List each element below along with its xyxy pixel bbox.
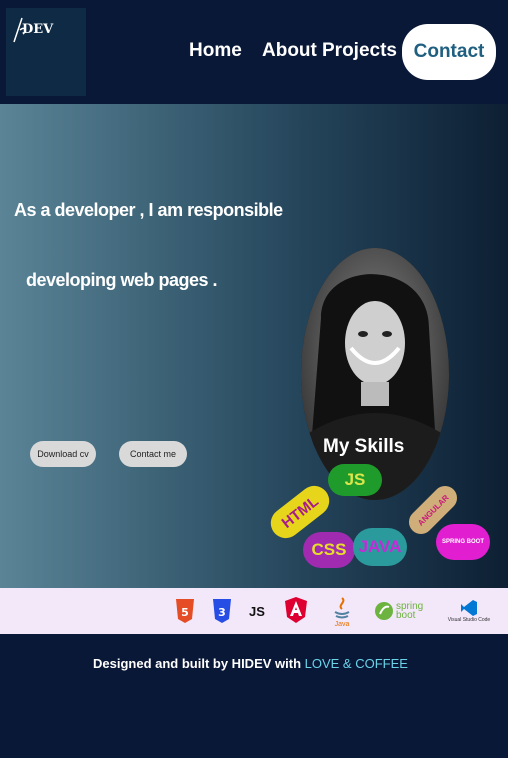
nav-about-link[interactable]: About bbox=[262, 40, 317, 62]
logo[interactable]: DEV bbox=[6, 8, 86, 96]
spring-boot-icon: spring boot bbox=[372, 596, 432, 626]
skill-pill-js: JS bbox=[328, 464, 382, 496]
skill-pill-spring-boot: SPRING BOOT bbox=[436, 524, 490, 560]
hero-section: As a developer , I am responsible develo… bbox=[0, 104, 508, 588]
hero-text-line-2: developing web pages . bbox=[26, 270, 218, 290]
logo-text: DEV bbox=[22, 22, 54, 37]
download-cv-button[interactable]: Download cv bbox=[30, 441, 96, 467]
contact-button[interactable]: Contact bbox=[402, 24, 496, 80]
footer-highlight: LOVE & COFFEE bbox=[304, 656, 408, 671]
java-icon: Java bbox=[330, 592, 354, 632]
nav-home-link[interactable]: Home bbox=[189, 40, 242, 62]
header: DEV Home About Projects Contact bbox=[0, 0, 508, 104]
svg-text:5: 5 bbox=[181, 606, 189, 619]
skills-title: My Skills bbox=[323, 436, 405, 457]
profile-portrait-icon bbox=[301, 248, 449, 500]
spring-boot-label: spring boot bbox=[396, 601, 424, 621]
footer: Designed and built by HIDEV with LOVE & … bbox=[0, 634, 508, 758]
footer-prefix: Designed and built by HIDEV with bbox=[93, 656, 305, 671]
angular-icon bbox=[285, 596, 307, 624]
footer-text: Designed and built by HIDEV with LOVE & … bbox=[93, 656, 408, 671]
vscode-icon: Visual Studio Code bbox=[436, 592, 502, 630]
svg-text:3: 3 bbox=[218, 606, 226, 619]
nav-projects-link[interactable]: Projects bbox=[322, 40, 397, 62]
javascript-icon: JS bbox=[246, 600, 268, 622]
css3-icon: 3 bbox=[213, 598, 231, 624]
hero-text-line-1: As a developer , I am responsible bbox=[14, 200, 283, 220]
skill-pill-java: JAVA bbox=[353, 528, 407, 566]
vscode-label: Visual Studio Code bbox=[447, 617, 491, 623]
profile-photo bbox=[301, 248, 449, 500]
page-frame: DEV Home About Projects Contact As a dev… bbox=[0, 0, 508, 758]
html5-icon: 5 bbox=[176, 598, 194, 624]
tech-icons-strip: 5 3 JS Java spring boot Visual Studio Co… bbox=[0, 588, 508, 634]
js-icon-label: JS bbox=[249, 603, 265, 619]
skill-pill-css: CSS bbox=[303, 532, 355, 568]
contact-me-button[interactable]: Contact me bbox=[119, 441, 187, 467]
java-icon-label: Java bbox=[334, 620, 350, 628]
